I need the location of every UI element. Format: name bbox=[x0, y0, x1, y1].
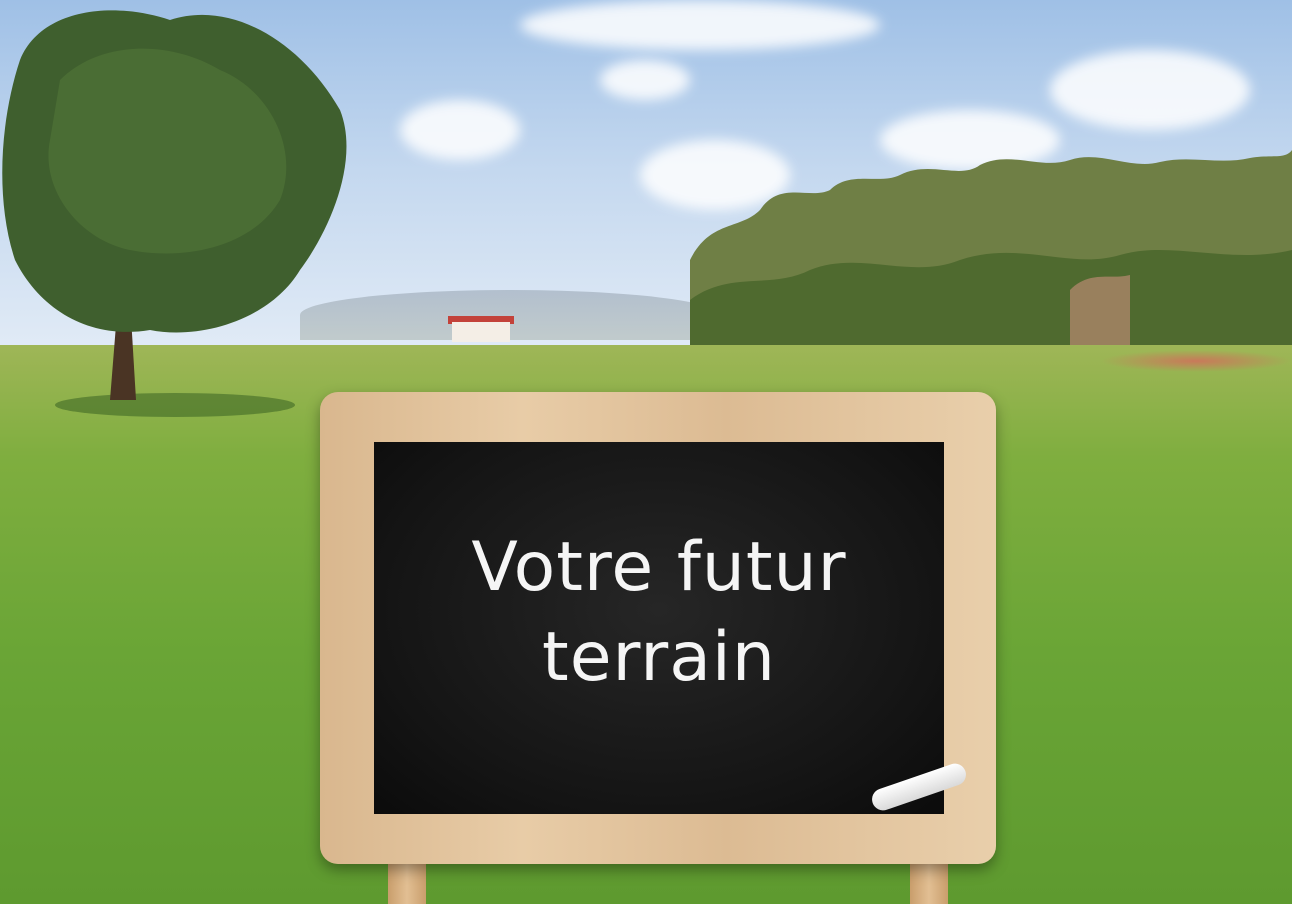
chalkboard: Votre futur terrain bbox=[374, 442, 969, 814]
landscape-scene: Votre futur terrain bbox=[0, 0, 1292, 904]
cloud bbox=[520, 0, 880, 50]
cloud bbox=[400, 100, 520, 160]
forest-treeline bbox=[690, 150, 1292, 360]
wildflowers bbox=[1100, 350, 1292, 372]
sign-text-line1: Votre futur bbox=[471, 528, 847, 607]
distant-hills bbox=[300, 290, 720, 340]
cloud bbox=[600, 60, 690, 100]
pine-tree bbox=[2, 10, 347, 417]
chalk-stick-icon bbox=[869, 760, 969, 814]
chalkboard-sign: Votre futur terrain bbox=[320, 392, 996, 904]
wooden-frame: Votre futur terrain bbox=[320, 392, 996, 864]
distant-house bbox=[452, 322, 510, 342]
cloud bbox=[1050, 50, 1250, 130]
sign-text-line2: terrain bbox=[542, 618, 776, 697]
sign-leg-right bbox=[910, 864, 948, 904]
sign-leg-left bbox=[388, 864, 426, 904]
